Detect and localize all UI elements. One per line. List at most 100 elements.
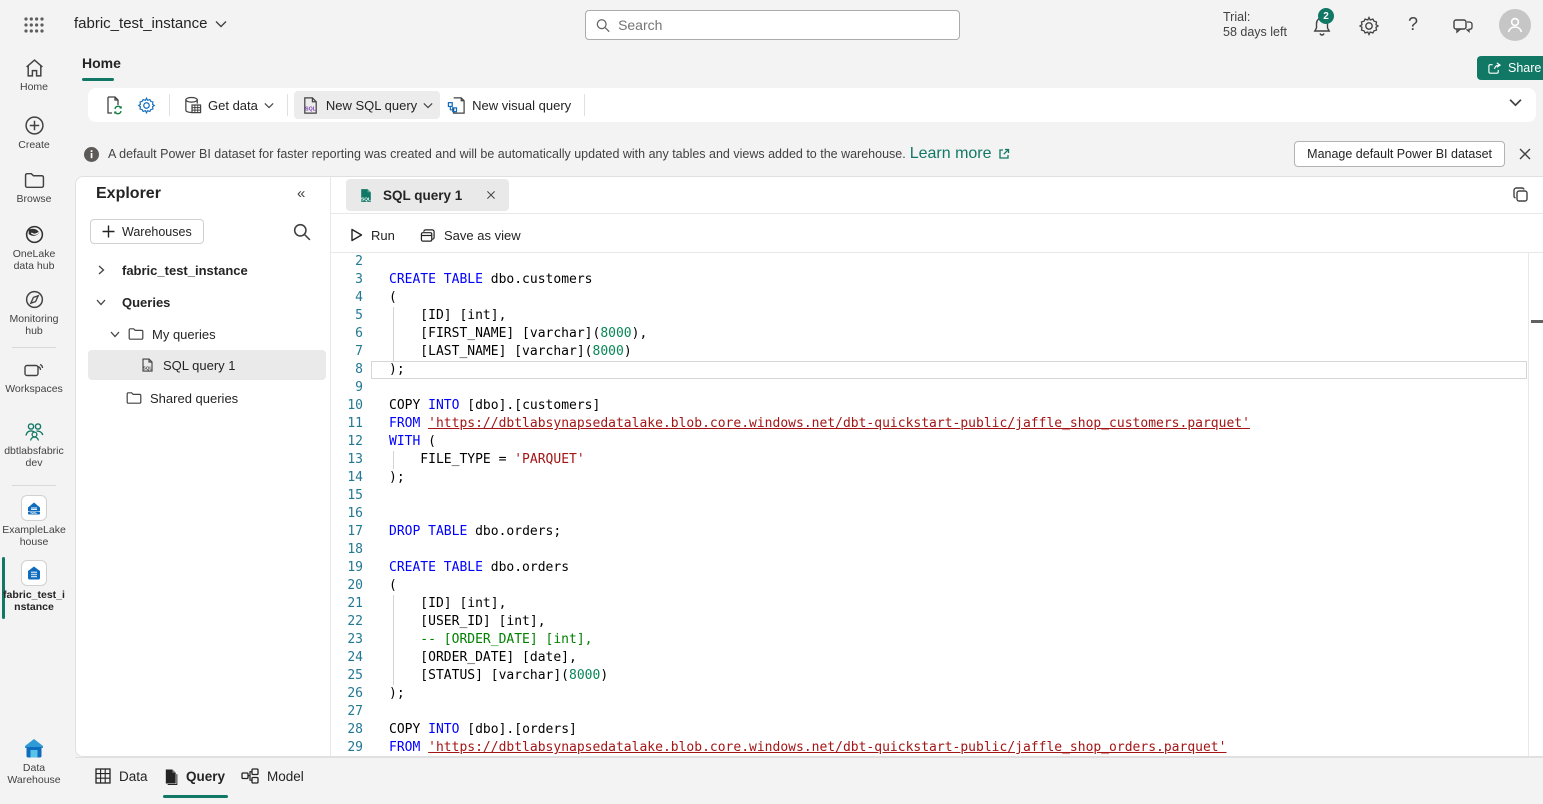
- copy-icon[interactable]: [1512, 186, 1530, 204]
- save-as-view-button[interactable]: Save as view: [414, 221, 527, 249]
- query-tab[interactable]: SQL SQL query 1: [346, 179, 509, 211]
- code-line[interactable]: [USER_ID] [int],: [331, 613, 1528, 631]
- sidebar-item-fabric-test-instance[interactable]: fabric_test_instance: [0, 560, 68, 613]
- code-line[interactable]: -- [ORDER_DATE] [int],: [331, 631, 1528, 649]
- tree-item-fabric-test-instance[interactable]: fabric_test_instance: [88, 255, 326, 285]
- sidebar-item-browse[interactable]: Browse: [0, 171, 68, 205]
- refresh-query-button[interactable]: [96, 91, 130, 119]
- active-bottom-tab-underline: [163, 795, 228, 798]
- tab-model[interactable]: Model: [241, 768, 304, 784]
- ribbon-collapse-chevron-icon[interactable]: [1509, 98, 1522, 107]
- code-token: ): [600, 668, 608, 683]
- code-line[interactable]: FROM 'https://dbtlabsynapsedatalake.blob…: [331, 415, 1528, 433]
- avatar[interactable]: [1499, 9, 1531, 41]
- code-line[interactable]: [FIRST_NAME] [varchar](8000),: [331, 325, 1528, 343]
- code-line[interactable]: [331, 253, 1528, 271]
- trial-status: Trial: 58 days left: [1223, 10, 1287, 40]
- new-visual-query-button[interactable]: New visual query: [440, 91, 578, 119]
- help-icon[interactable]: ?: [1408, 14, 1418, 35]
- svg-text:SQL: SQL: [143, 366, 153, 371]
- code-line[interactable]: [ORDER_DATE] [date],: [331, 649, 1528, 667]
- code-token: 'https://dbtlabsynapsedatalake.blob.core…: [428, 740, 1226, 755]
- global-search[interactable]: [585, 10, 960, 40]
- code-line[interactable]: [STATUS] [varchar](8000): [331, 667, 1528, 685]
- code-line[interactable]: [ID] [int],: [331, 307, 1528, 325]
- sidebar-item-examplelakehouse[interactable]: ExampleLakehouse: [0, 495, 68, 548]
- plus-circle-icon: [24, 115, 45, 136]
- folder-icon: [128, 327, 144, 341]
- editor-scrollbar-track[interactable]: [1528, 253, 1529, 756]
- explorer-search-icon[interactable]: [293, 223, 311, 241]
- tab-query[interactable]: Query: [163, 768, 225, 785]
- sidebar-item-label: fabric_test_instance: [2, 589, 66, 613]
- model-icon: [241, 768, 259, 784]
- manage-dataset-button[interactable]: Manage default Power BI dataset: [1294, 141, 1505, 167]
- run-icon: [350, 228, 363, 242]
- new-sql-query-button[interactable]: SQL New SQL query: [294, 91, 440, 119]
- tree-item-queries[interactable]: Queries: [88, 287, 326, 317]
- learn-more-link[interactable]: Learn more: [910, 145, 992, 163]
- get-data-button[interactable]: Get data: [176, 91, 281, 119]
- code-line[interactable]: [331, 703, 1528, 721]
- code-line[interactable]: [331, 487, 1528, 505]
- sidebar-item-label: Workspaces: [2, 383, 66, 395]
- code-line[interactable]: [LAST_NAME] [varchar](8000): [331, 343, 1528, 361]
- run-button[interactable]: Run: [344, 221, 401, 249]
- workspace-people-icon: [23, 421, 46, 442]
- code-line[interactable]: [331, 505, 1528, 523]
- sidebar-item-dbtlabsfabricdev[interactable]: dbtlabsfabricdev: [0, 421, 68, 469]
- code-line[interactable]: WITH (: [331, 433, 1528, 451]
- tab-close-icon[interactable]: [485, 189, 497, 201]
- tab-row-border: [331, 213, 1543, 214]
- code-line[interactable]: COPY INTO [dbo].[orders]: [331, 721, 1528, 739]
- top-bar: fabric_test_instance Trial: 58 days left…: [0, 0, 1543, 50]
- code-token: [420, 740, 428, 755]
- code-line[interactable]: [331, 379, 1528, 397]
- code-line[interactable]: (: [331, 289, 1528, 307]
- code-line[interactable]: );: [331, 469, 1528, 487]
- editor-scrollbar-mark[interactable]: [1531, 320, 1543, 323]
- code-line[interactable]: );: [331, 685, 1528, 703]
- feedback-icon[interactable]: [1452, 15, 1474, 37]
- tab-data-label: Data: [119, 769, 148, 784]
- code-token: CREATE TABLE: [389, 272, 483, 287]
- ribbon-toolbar: Get data SQL New SQL query New visual qu…: [88, 88, 1536, 122]
- sidebar-item-home[interactable]: Home: [0, 58, 68, 93]
- sql-code-editor[interactable]: 2345678910111213141516171819202122232425…: [331, 253, 1528, 756]
- code-line[interactable]: [ID] [int],: [331, 595, 1528, 613]
- sidebar-item-label: dbtlabsfabricdev: [2, 445, 66, 469]
- explorer-collapse-icon[interactable]: «: [297, 185, 305, 202]
- code-token: FROM: [389, 416, 420, 431]
- svg-text:SQL: SQL: [361, 196, 371, 202]
- code-line[interactable]: CREATE TABLE dbo.orders: [331, 559, 1528, 577]
- add-warehouses-button[interactable]: Warehouses: [90, 219, 204, 244]
- run-label: Run: [371, 228, 395, 243]
- code-line[interactable]: (: [331, 577, 1528, 595]
- sidebar-item-onelake-data-hub[interactable]: OneLake data hub: [0, 224, 68, 272]
- tree-item-sql-query-1[interactable]: SQL SQL query 1: [88, 350, 326, 380]
- code-line[interactable]: [331, 541, 1528, 559]
- sidebar-item-data-warehouse[interactable]: Data Warehouse: [0, 737, 68, 786]
- share-button[interactable]: Share: [1477, 56, 1543, 80]
- tree-item-my-queries[interactable]: My queries: [88, 319, 326, 349]
- sidebar-item-monitoring-hub[interactable]: Monitoring hub: [0, 289, 68, 337]
- banner-close-icon[interactable]: [1515, 144, 1535, 164]
- explorer-title: Explorer: [96, 185, 161, 203]
- search-input[interactable]: [618, 17, 949, 33]
- sidebar-item-create[interactable]: Create: [0, 115, 68, 151]
- tree-item-shared-queries[interactable]: Shared queries: [88, 383, 326, 413]
- code-line[interactable]: COPY INTO [dbo].[customers]: [331, 397, 1528, 415]
- code-line[interactable]: CREATE TABLE dbo.customers: [331, 271, 1528, 289]
- chevron-down-icon: [215, 20, 227, 28]
- workspace-switcher[interactable]: fabric_test_instance: [74, 15, 227, 32]
- settings-icon[interactable]: [1358, 15, 1380, 37]
- tab-data[interactable]: Data: [95, 768, 148, 784]
- sidebar-item-workspaces[interactable]: Workspaces: [0, 360, 68, 395]
- code-line[interactable]: FROM 'https://dbtlabsynapsedatalake.blob…: [331, 739, 1528, 756]
- code-line[interactable]: DROP TABLE dbo.orders;: [331, 523, 1528, 541]
- tab-home[interactable]: Home: [82, 55, 121, 71]
- settings-ribbon-button[interactable]: [130, 91, 163, 119]
- code-line[interactable]: );: [331, 361, 1528, 379]
- code-line[interactable]: FILE_TYPE = 'PARQUET': [331, 451, 1528, 469]
- app-launcher-icon[interactable]: [24, 16, 44, 34]
